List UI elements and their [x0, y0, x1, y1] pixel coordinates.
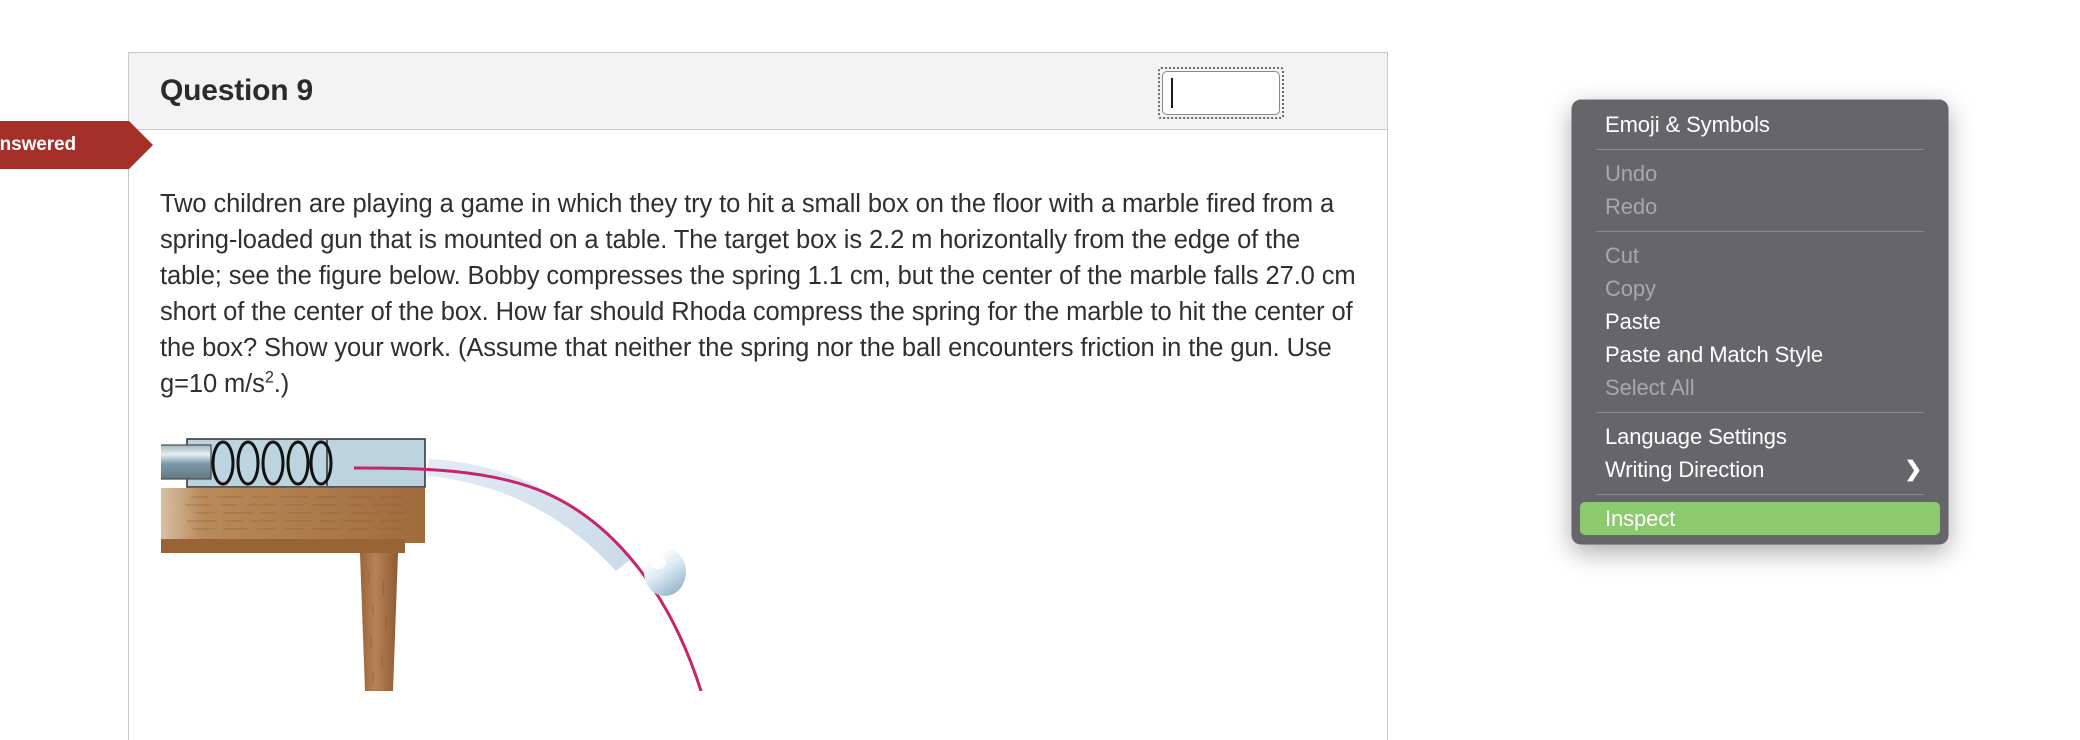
menu-separator: [1596, 494, 1924, 495]
status-badge-unanswered: Unanswered: [0, 121, 153, 169]
menu-item-label: Copy: [1605, 276, 1656, 301]
menu-item-label: Paste and Match Style: [1605, 342, 1824, 367]
menu-item-label: Select All: [1605, 375, 1695, 400]
menu-item-paste[interactable]: Paste: [1580, 305, 1940, 338]
menu-item-select-all: Select All: [1580, 371, 1940, 404]
gun-housing: [186, 438, 426, 488]
menu-item-inspect[interactable]: Inspect: [1580, 502, 1940, 535]
text-caret: [1171, 78, 1173, 108]
question-card: Unanswered Question 9 Two children are p…: [0, 52, 1388, 740]
question-text-exponent: 2: [264, 368, 274, 387]
menu-item-label: Writing Direction: [1605, 457, 1765, 482]
menu-item-label: Undo: [1605, 161, 1658, 186]
gun-barrel: [161, 444, 212, 480]
menu-item-label: Inspect: [1605, 506, 1676, 531]
marble-highlight: [650, 555, 666, 569]
question-body: Two children are playing a game in which…: [129, 130, 1387, 691]
menu-item-writing-direction[interactable]: Writing Direction ❯: [1580, 453, 1940, 486]
menu-item-emoji-symbols[interactable]: Emoji & Symbols: [1580, 108, 1940, 141]
motion-trail: [427, 459, 631, 571]
chevron-right-icon: ❯: [1904, 458, 1923, 481]
screen-root: Unanswered Question 9 Two children are p…: [0, 0, 2080, 740]
menu-item-label: Language Settings: [1605, 424, 1787, 449]
answer-input[interactable]: [1162, 71, 1280, 115]
answer-input-container[interactable]: [1158, 67, 1284, 119]
menu-item-undo: Undo: [1580, 157, 1940, 190]
menu-item-label: Redo: [1605, 194, 1658, 219]
table-leg: [360, 553, 398, 691]
menu-item-label: Emoji & Symbols: [1605, 112, 1770, 137]
menu-item-paste-and-match-style[interactable]: Paste and Match Style: [1580, 338, 1940, 371]
question-text-part1: Two children are playing a game in which…: [160, 190, 1356, 398]
menu-separator: [1596, 231, 1924, 232]
menu-item-language-settings[interactable]: Language Settings: [1580, 420, 1940, 453]
menu-item-label: Paste: [1605, 309, 1661, 334]
menu-separator: [1596, 412, 1924, 413]
question-prompt-text: Two children are playing a game in which…: [160, 186, 1357, 402]
question-header: Question 9: [129, 53, 1387, 130]
menu-item-label: Cut: [1605, 243, 1639, 268]
page-title: Question 9: [160, 74, 314, 107]
table-top: [161, 488, 425, 543]
spring-gun-figure: [161, 431, 861, 691]
marble: [644, 548, 686, 596]
status-badge-label: Unanswered: [0, 134, 76, 155]
question-text-part2: .): [273, 370, 290, 398]
menu-separator: [1596, 149, 1924, 150]
table-top-edge: [161, 539, 405, 553]
menu-item-redo: Redo: [1580, 190, 1940, 223]
menu-item-copy: Copy: [1580, 272, 1940, 305]
menu-item-cut: Cut: [1580, 239, 1940, 272]
context-menu[interactable]: Emoji & Symbols Undo Redo Cut Copy Paste Paste…: [1572, 100, 1948, 544]
